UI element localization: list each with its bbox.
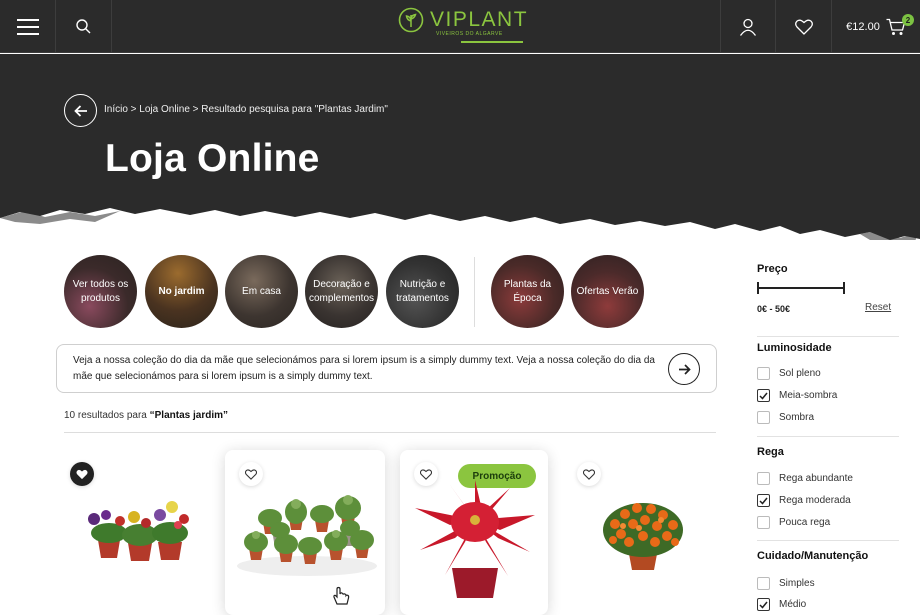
filter-option-simples[interactable]: Simples: [757, 577, 815, 590]
category-ofertas-verao[interactable]: Ofertas Verão: [571, 255, 644, 328]
filter-divider: [757, 540, 899, 541]
pansy-plants-image: [88, 501, 189, 561]
category-label: Ofertas Verão: [576, 285, 639, 297]
filter-option-label: Pouca rega: [779, 517, 831, 528]
product-card[interactable]: [56, 450, 216, 615]
menu-button[interactable]: [0, 0, 56, 53]
filter-option-medio[interactable]: Médio: [757, 598, 806, 611]
checkmark-icon: [759, 601, 768, 609]
user-icon: [739, 18, 757, 36]
filter-rega-title: Rega: [757, 446, 784, 458]
favorite-button[interactable]: [577, 462, 601, 486]
cart-count-badge: 2: [902, 14, 914, 26]
favorite-button[interactable]: [70, 462, 94, 486]
filter-option-label: Sol pleno: [779, 368, 821, 379]
info-banner-arrow-button[interactable]: [668, 353, 700, 385]
category-em-casa[interactable]: Em casa: [225, 255, 298, 328]
filter-option-rega-abundante[interactable]: Rega abundante: [757, 472, 853, 485]
filter-luminosidade-title: Luminosidade: [757, 342, 832, 354]
logo-wordmark: VIPLANT: [430, 8, 529, 31]
top-navigation-bar: VIPLANT VIVEIROS DO ALGARVE €12.00 2: [0, 0, 920, 53]
category-label: Ver todos os produtos: [72, 278, 129, 304]
results-prefix: 10 resultados para: [64, 410, 147, 421]
checkbox[interactable]: [757, 516, 770, 529]
category-label: No jardim: [158, 285, 205, 297]
category-decoracao[interactable]: Decoração e complementos: [305, 255, 378, 328]
logo-subtitle: VIVEIROS DO ALGARVE: [436, 31, 503, 37]
heart-icon: [420, 468, 432, 480]
price-reset-link[interactable]: Reset: [865, 302, 891, 313]
category-plantas-da-epoca[interactable]: Plantas da Época: [491, 255, 564, 328]
heart-icon: [245, 468, 257, 480]
checkbox-checked[interactable]: [757, 598, 770, 611]
filter-option-meia-sombra[interactable]: Meia-sombra: [757, 389, 837, 402]
logo-underline: [461, 41, 523, 43]
arrow-left-icon: [73, 104, 87, 117]
checkbox-checked[interactable]: [757, 494, 770, 507]
filter-option-label: Rega abundante: [779, 473, 853, 484]
cart-button[interactable]: €12.00 2: [832, 0, 920, 53]
product-card[interactable]: [225, 450, 385, 615]
back-button[interactable]: [64, 94, 97, 127]
category-label: Decoração e complementos: [308, 278, 375, 304]
filter-option-label: Simples: [779, 578, 815, 589]
filter-cuidado-title: Cuidado/Manutenção: [757, 550, 869, 562]
hand-cursor-icon: [333, 586, 350, 605]
info-banner: Veja a nossa coleção do dia da mãe que s…: [56, 344, 717, 393]
info-banner-text: Veja a nossa coleção do dia da mãe que s…: [73, 355, 655, 382]
search-icon: [76, 19, 91, 34]
cart-total: €12.00: [846, 20, 880, 33]
heart-icon: [583, 468, 595, 480]
category-nutricao[interactable]: Nutrição e tratamentos: [386, 255, 459, 328]
price-slider-track[interactable]: [757, 287, 845, 289]
category-no-jardim[interactable]: No jardim: [145, 255, 218, 328]
filter-option-sombra[interactable]: Sombra: [757, 411, 814, 424]
filter-option-sol-pleno[interactable]: Sol pleno: [757, 367, 821, 380]
wishlist-button[interactable]: [776, 0, 832, 53]
heart-filled-icon: [76, 469, 88, 479]
filter-option-rega-moderada[interactable]: Rega moderada: [757, 494, 851, 507]
price-slider-max-handle[interactable]: [843, 282, 845, 294]
menu-icon: [16, 18, 39, 35]
filter-option-label: Médio: [779, 599, 807, 610]
page-title: Loja Online: [105, 137, 320, 180]
herbs-collection-image: [237, 495, 377, 576]
filter-option-label: Rega moderada: [779, 495, 851, 506]
price-range-value: 0€ - 50€: [757, 304, 791, 314]
filter-divider: [757, 336, 899, 337]
checkbox[interactable]: [757, 472, 770, 485]
checkbox[interactable]: [757, 367, 770, 380]
results-count: 10 resultados para “Plantas jardim”: [64, 410, 228, 421]
filter-option-label: Meia-sombra: [779, 390, 838, 401]
filter-option-pouca-rega[interactable]: Pouca rega: [757, 516, 830, 529]
leaf-logo-icon: [398, 7, 424, 33]
results-divider: [64, 432, 716, 433]
checkbox[interactable]: [757, 577, 770, 590]
category-label: Nutrição e tratamentos: [396, 278, 449, 304]
account-button[interactable]: [720, 0, 776, 53]
breadcrumb[interactable]: Início > Loja Online > Resultado pesquis…: [104, 104, 388, 115]
search-button[interactable]: [56, 0, 112, 53]
results-query: “Plantas jardim”: [149, 410, 228, 421]
checkmark-icon: [759, 392, 768, 400]
price-slider-min-handle[interactable]: [757, 282, 759, 294]
checkbox-checked[interactable]: [757, 389, 770, 402]
category-label: Em casa: [242, 285, 281, 297]
category-divider: [474, 257, 475, 327]
category-ver-todos[interactable]: Ver todos os produtos: [64, 255, 137, 328]
viplant-logo[interactable]: VIPLANT VIVEIROS DO ALGARVE: [398, 7, 529, 43]
product-card[interactable]: Promoção: [400, 450, 548, 615]
arrow-right-icon: [678, 363, 691, 375]
checkbox[interactable]: [757, 411, 770, 424]
favorite-button[interactable]: [239, 462, 263, 486]
filter-option-label: Sombra: [779, 412, 815, 423]
orange-flower-bush-image: [603, 503, 683, 570]
checkmark-icon: [759, 497, 768, 505]
heart-icon: [794, 19, 813, 35]
category-label: Plantas da Época: [503, 278, 552, 304]
poinsettia-image: [415, 480, 535, 598]
filter-divider: [757, 436, 899, 437]
filter-price-title: Preço: [757, 263, 788, 275]
product-card[interactable]: [563, 450, 723, 615]
